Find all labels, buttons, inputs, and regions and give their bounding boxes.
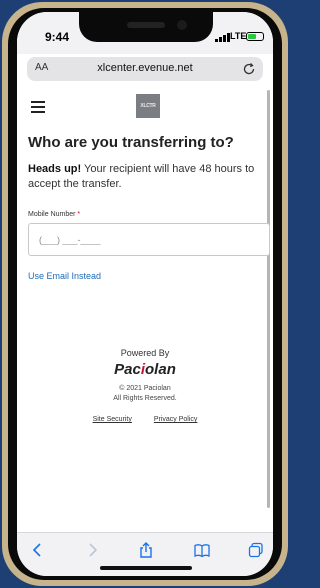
use-email-link[interactable]: Use Email Instead	[28, 271, 101, 281]
mobile-number-label: Mobile Number *	[28, 211, 266, 218]
powered-by-label: Powered By	[120, 348, 170, 358]
brand-suffix: olan	[145, 361, 176, 378]
required-marker: *	[77, 211, 81, 218]
network-label: LTE	[230, 31, 247, 41]
forward-icon[interactable]	[83, 541, 101, 559]
paciolan-logo: Paciolan	[17, 361, 273, 378]
bookmarks-icon[interactable]	[193, 541, 211, 559]
privacy-policy-link[interactable]: Privacy Policy	[154, 416, 198, 423]
site-security-link[interactable]: Site Security	[93, 416, 132, 423]
transfer-form: Who are you transferring to? Heads up! Y…	[28, 124, 270, 284]
hamburger-icon[interactable]	[31, 101, 45, 113]
tabs-icon[interactable]	[247, 541, 265, 559]
reload-icon[interactable]	[241, 61, 257, 77]
status-bar: 9:44 LTE	[17, 12, 273, 54]
copyright: © 2021 Paciolan All Rights Reserved.	[17, 384, 273, 404]
venue-logo[interactable]: XLCTR	[136, 94, 160, 118]
share-icon[interactable]	[137, 541, 155, 559]
notch	[79, 12, 213, 42]
status-time: 9:44	[45, 30, 70, 44]
legal-links: Site Security Privacy Policy	[17, 416, 273, 423]
signal-icon	[215, 33, 231, 42]
page-header: XLCTR	[17, 84, 273, 124]
page-title: Who are you transferring to?	[28, 134, 234, 151]
battery-icon	[246, 32, 264, 41]
notice-heading: Heads up!	[28, 163, 82, 175]
speaker	[127, 22, 165, 28]
home-indicator[interactable]	[100, 566, 192, 570]
mobile-number-input[interactable]	[28, 223, 270, 256]
url-text[interactable]: xlcenter.evenue.net	[27, 62, 263, 74]
front-camera	[177, 20, 187, 30]
notice-text: Heads up! Your recipient will have 48 ho…	[28, 162, 266, 192]
mobile-number-label-text: Mobile Number	[28, 211, 76, 218]
back-icon[interactable]	[29, 541, 47, 559]
brand-prefix: Pac	[114, 361, 141, 378]
footer: Powered By Paciolan © 2021 Paciolan All …	[17, 348, 273, 423]
rights-line: All Rights Reserved.	[113, 395, 177, 402]
scrollbar[interactable]	[267, 90, 270, 508]
address-bar[interactable]: AA xlcenter.evenue.net	[27, 57, 263, 81]
phone-screen: 9:44 LTE AA xlcenter.evenue.net XLCTR Wh…	[17, 12, 273, 576]
copyright-line: © 2021 Paciolan	[119, 385, 171, 392]
